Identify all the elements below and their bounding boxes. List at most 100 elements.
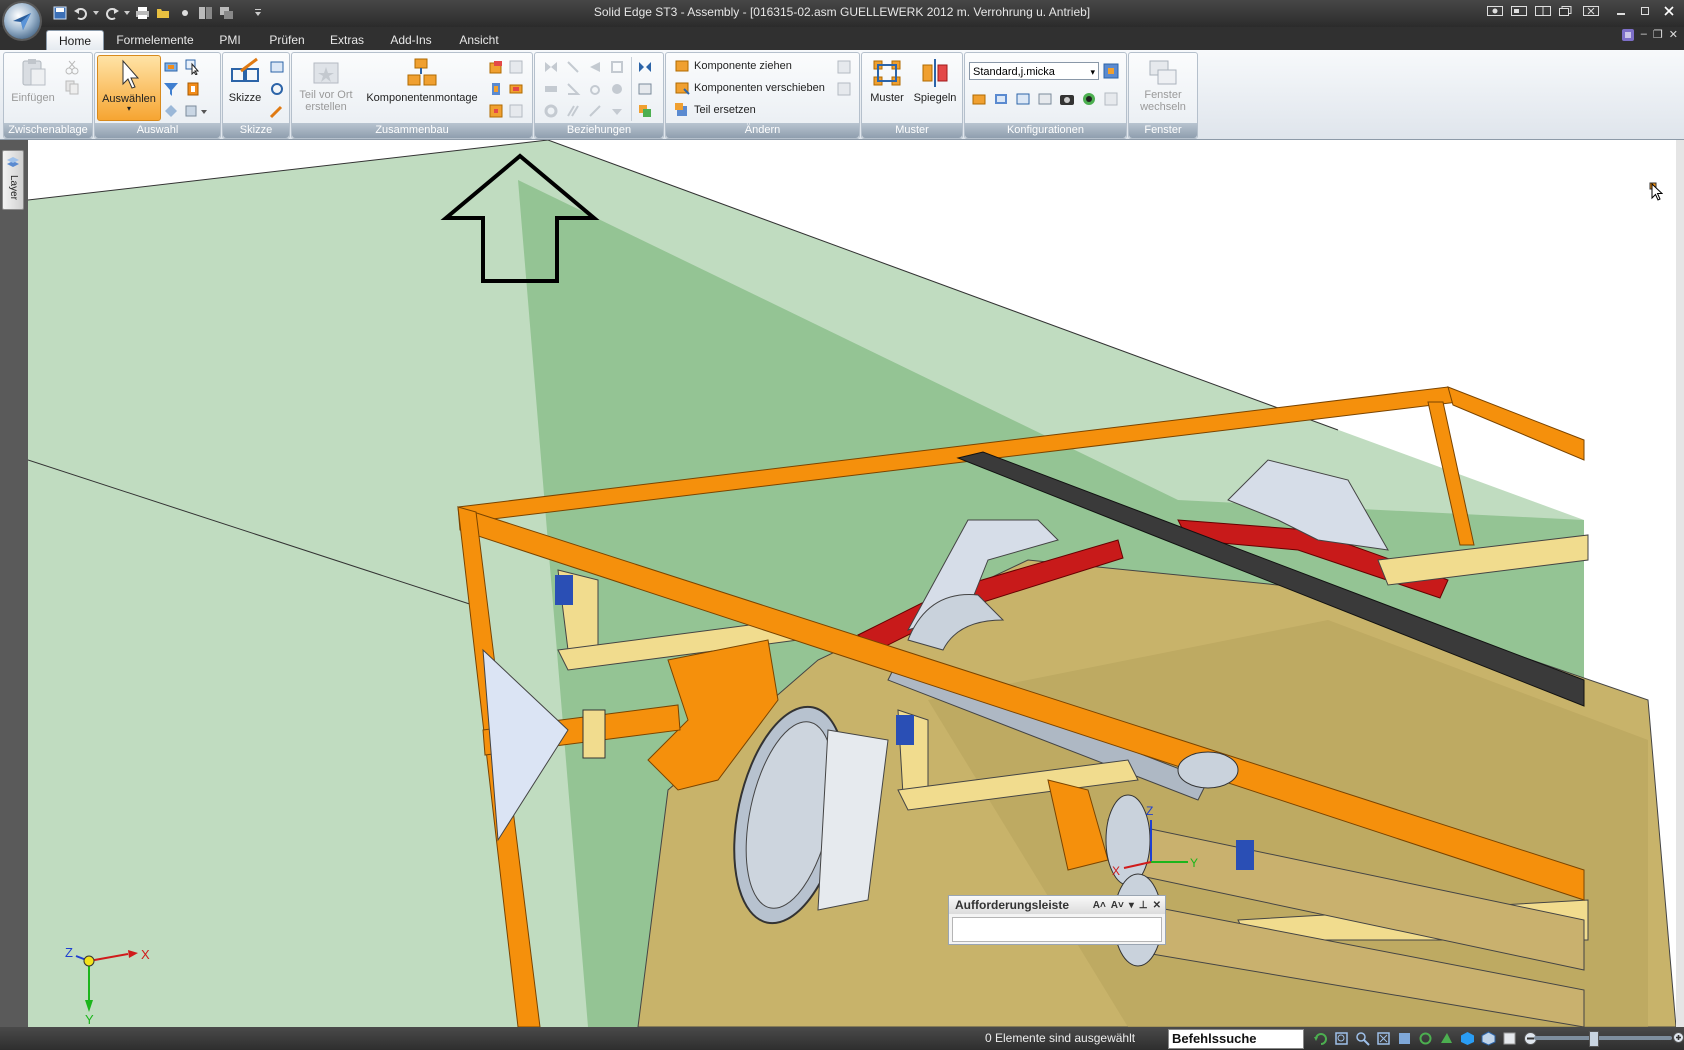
tangent-relation-icon[interactable]	[587, 81, 603, 97]
show-relations-icon[interactable]	[637, 81, 653, 97]
copy-icon[interactable]	[64, 79, 80, 95]
assembly-feature-icon[interactable]	[488, 59, 504, 75]
axial-align-icon[interactable]	[587, 59, 603, 75]
display-mode-icon[interactable]	[1480, 1030, 1497, 1047]
layer-panel-tab[interactable]: Layer	[2, 150, 24, 210]
font-decrease-icon[interactable]: A˅	[1111, 897, 1124, 915]
config-grid-icon[interactable]	[1103, 91, 1119, 107]
angle-relation-icon[interactable]	[565, 81, 581, 97]
pan-icon[interactable]	[1396, 1030, 1413, 1047]
prompt-options-icon[interactable]: ▾	[1129, 897, 1134, 915]
camera-icon[interactable]	[1059, 91, 1075, 107]
zoom-in-icon[interactable]	[1673, 1030, 1684, 1050]
sketch-relations-icon[interactable]	[269, 81, 285, 97]
view-control-icon[interactable]	[1484, 2, 1506, 20]
select-options-icon[interactable]	[185, 103, 207, 119]
3d-viewport[interactable]: Z Y X X Y Z	[28, 140, 1684, 1027]
insert-relation-icon[interactable]	[609, 59, 625, 75]
filter-icon[interactable]	[163, 81, 179, 97]
minimize-app-icon[interactable]	[1610, 2, 1632, 20]
cut-icon[interactable]	[64, 59, 80, 75]
create-part-in-place-button[interactable]: Teil vor Ort erstellen	[296, 57, 356, 113]
rotate-icon[interactable]	[1417, 1030, 1434, 1047]
switch-window-button[interactable]: Fenster wechseln	[1133, 57, 1193, 113]
select-face-icon[interactable]	[163, 59, 179, 75]
move-components-button[interactable]: Komponenten verschieben	[674, 79, 825, 97]
view-orientation-icon[interactable]	[1438, 1030, 1455, 1047]
connect-icon[interactable]	[543, 81, 559, 97]
mate-icon[interactable]	[543, 59, 559, 75]
vertical-scrollbar[interactable]	[1676, 140, 1684, 1027]
tab-pruefen[interactable]: Prüfen	[262, 30, 312, 50]
modify-move-icon[interactable]	[836, 81, 852, 97]
sketch-edit-icon[interactable]	[269, 103, 285, 119]
tile-horizontal-icon[interactable]	[1532, 2, 1554, 20]
flange-clamp[interactable]	[582, 709, 606, 759]
configuration-select[interactable]: Standard,j.micka ▾	[969, 62, 1099, 80]
prompt-bar-input[interactable]	[952, 917, 1162, 942]
shaded-view-icon[interactable]	[1459, 1030, 1476, 1047]
tab-pmi[interactable]: PMI	[212, 30, 248, 50]
planar-align-icon[interactable]	[565, 59, 581, 75]
config-display-icon[interactable]	[971, 91, 987, 107]
config-zone-icon[interactable]	[993, 91, 1009, 107]
close-icon[interactable]: ✕	[1153, 897, 1161, 915]
frame-top-rail-right[interactable]	[1447, 386, 1585, 461]
pattern-button[interactable]: Muster	[866, 57, 908, 104]
explode-icon[interactable]	[488, 103, 504, 119]
font-increase-icon[interactable]: A˄	[1093, 897, 1106, 915]
prompt-bar[interactable]: Aufforderungsleiste A˄ A˅ ▾ ⊥ ✕	[948, 895, 1166, 945]
command-search-input[interactable]	[1169, 1030, 1303, 1047]
replace-part-icon[interactable]	[488, 81, 504, 97]
cam-relation-icon[interactable]	[609, 81, 625, 97]
tab-add-ins[interactable]: Add-Ins	[385, 30, 437, 50]
drag-component-button[interactable]: Komponente ziehen	[674, 57, 792, 75]
pipe-flange-3[interactable]	[1177, 751, 1239, 789]
zoom-slider-track[interactable]	[1534, 1036, 1672, 1040]
tab-home[interactable]: Home	[46, 30, 104, 51]
sketch-button[interactable]: Skizze	[225, 57, 265, 104]
tile-window-icon[interactable]	[1508, 2, 1530, 20]
assembly-model-view[interactable]: Z Y X X Y Z	[28, 140, 1684, 1027]
fit-icon[interactable]	[1375, 1030, 1392, 1047]
select-tools-icon[interactable]	[163, 103, 179, 119]
close-app-icon[interactable]	[1658, 2, 1680, 20]
close-window-small-icon[interactable]	[1580, 2, 1602, 20]
bearing-block[interactable]	[896, 715, 914, 745]
config-view-icon[interactable]	[1081, 91, 1097, 107]
save-configuration-icon[interactable]	[1103, 63, 1119, 79]
assembly-pattern-icon[interactable]	[508, 59, 524, 75]
config-hide-icon[interactable]	[1037, 91, 1053, 107]
tab-ansicht[interactable]: Ansicht	[454, 30, 504, 50]
doc-restore-icon[interactable]: ❐	[1653, 28, 1663, 45]
tab-extras[interactable]: Extras	[326, 30, 368, 50]
command-search[interactable]	[1168, 1029, 1304, 1049]
maximize-app-icon[interactable]	[1634, 2, 1656, 20]
mirror-button[interactable]: Spiegeln	[912, 57, 958, 104]
zoom-slider-thumb[interactable]	[1589, 1031, 1599, 1047]
rigid-set-icon[interactable]	[587, 103, 603, 119]
modify-option-icon[interactable]	[836, 59, 852, 75]
ground-relation-icon[interactable]	[609, 103, 625, 119]
help-icon[interactable]	[1621, 28, 1635, 45]
zoom-area-icon[interactable]	[1333, 1030, 1350, 1047]
select-button[interactable]: Auswählen ▾	[97, 55, 161, 121]
sketch-view-icon[interactable]	[1501, 1030, 1518, 1047]
bearing-block[interactable]	[555, 575, 573, 605]
assembly-tools-icon[interactable]	[508, 103, 524, 119]
flip-icon[interactable]	[637, 59, 653, 75]
paste-button[interactable]: Einfügen	[8, 57, 58, 104]
config-show-icon[interactable]	[1015, 91, 1031, 107]
relationship-assistant-icon[interactable]	[637, 103, 653, 119]
sketch-plane-icon[interactable]	[269, 59, 285, 75]
application-menu-button[interactable]	[4, 3, 40, 39]
parallel-relation-icon[interactable]	[565, 103, 581, 119]
replace-part-button[interactable]: Teil ersetzen	[674, 101, 756, 119]
component-assembly-button[interactable]: Komponentenmontage	[364, 57, 480, 104]
doc-close-icon[interactable]: ✕	[1669, 28, 1678, 45]
select-part-icon[interactable]	[185, 81, 201, 97]
refresh-icon[interactable]	[1312, 1030, 1329, 1047]
bearing-block[interactable]	[1236, 840, 1254, 870]
gear-relation-icon[interactable]	[543, 103, 559, 119]
pin-icon[interactable]: ⊥	[1139, 897, 1148, 915]
